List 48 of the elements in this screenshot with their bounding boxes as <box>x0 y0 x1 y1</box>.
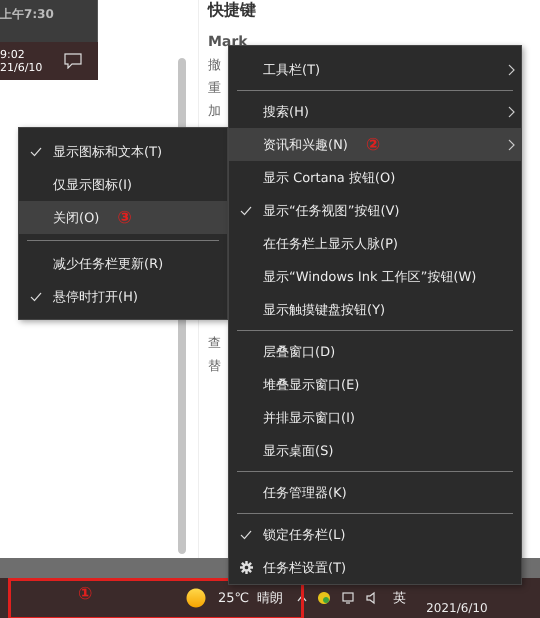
table-cell-text: 查 <box>208 335 221 353</box>
caret-icon[interactable] <box>297 594 308 602</box>
table-cell-text: 替 <box>208 358 221 376</box>
settings-icon <box>240 561 252 574</box>
annotation-number: ① <box>78 584 92 604</box>
clock-time: 9:02 <box>0 48 26 61</box>
menu-item[interactable]: 资讯和兴趣(N) ② <box>229 128 521 161</box>
menu-item[interactable]: 显示 Cortana 按钮(O) <box>229 161 521 194</box>
menu-item[interactable]: 显示“任务视图”按钮(V) <box>229 194 521 227</box>
menu-item[interactable]: 显示触摸键盘按钮(Y) <box>229 293 521 326</box>
menu-item[interactable]: 堆叠显示窗口(E) <box>229 368 521 401</box>
menu-item[interactable]: 显示“Windows Ink 工作区”按钮(W) <box>229 260 521 293</box>
table-cell-text: 撤 <box>208 57 221 75</box>
time-label: 上午7:30 <box>0 7 54 21</box>
check-icon <box>240 530 252 540</box>
menu-item[interactable]: 并排显示窗口(I) <box>229 401 521 434</box>
menu-item[interactable]: 显示桌面(S) <box>229 434 521 467</box>
date-label[interactable]: 2021/6/10 <box>426 601 488 615</box>
table-cell-text: 加 <box>208 103 221 121</box>
check-icon <box>30 146 42 156</box>
check-icon <box>240 206 252 216</box>
sun-icon[interactable] <box>186 588 206 608</box>
menu-item[interactable]: 层叠窗口(D) <box>229 335 521 368</box>
menu-item[interactable]: 仅显示图标(I) <box>19 168 227 201</box>
annotation-number: ③ <box>117 208 132 228</box>
chevron-right-icon <box>508 138 515 150</box>
menu-item[interactable]: 任务栏设置(T) <box>229 551 521 584</box>
input-method-label[interactable]: 英 <box>393 589 406 607</box>
menu-item[interactable]: 显示图标和文本(T) <box>19 135 227 168</box>
menu-item[interactable]: 工具栏(T) <box>229 53 521 86</box>
menu-item[interactable]: 关闭(O) ③ <box>19 201 227 234</box>
menu-item[interactable]: 在任务栏上显示人脉(P) <box>229 227 521 260</box>
menu-item[interactable]: 锁定任务栏(L) <box>229 518 521 551</box>
weather-label[interactable]: 晴朗 <box>257 589 284 607</box>
menu-item[interactable]: 减少任务栏更新(R) <box>19 247 227 280</box>
menu-item[interactable]: 悬停时打开(H) <box>19 280 227 313</box>
menu-item[interactable]: 搜索(H) <box>229 95 521 128</box>
chevron-right-icon <box>508 64 515 76</box>
notification-icon[interactable] <box>64 53 82 69</box>
chevron-right-icon <box>508 106 515 118</box>
table-cell-text: 重 <box>208 80 221 98</box>
app-icon[interactable] <box>317 591 332 605</box>
check-icon <box>30 292 42 302</box>
menu-item[interactable]: 任务管理器(K) <box>229 476 521 509</box>
document-heading: 快捷键 <box>208 0 256 21</box>
temperature-label[interactable]: 25℃ <box>218 590 250 606</box>
annotation-number: ② <box>366 134 380 154</box>
clock-date: 21/6/10 <box>0 61 42 74</box>
